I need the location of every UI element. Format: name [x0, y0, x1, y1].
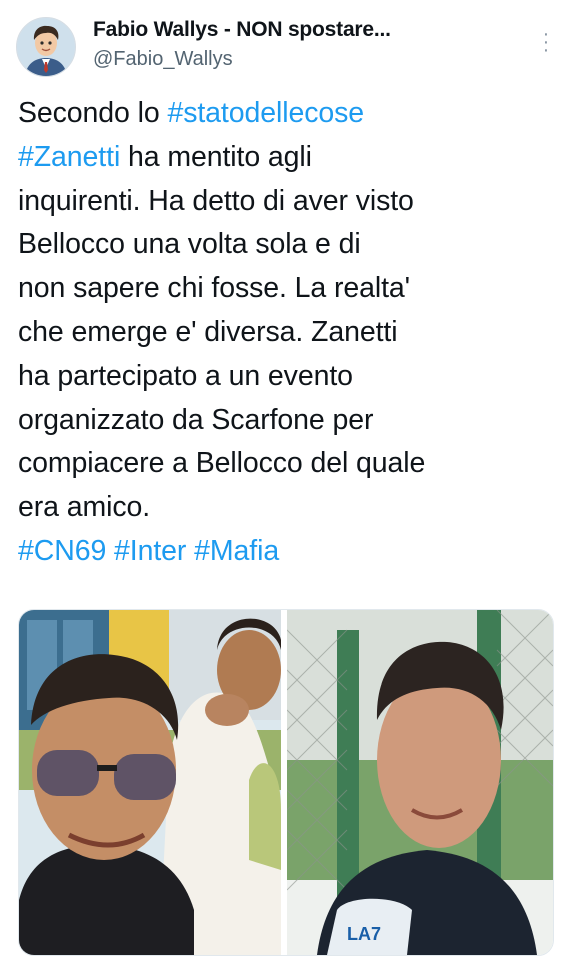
tweet-header: Fabio Wallys - NON spostare... @Fabio_Wa…: [16, 14, 556, 78]
tweet-text-segment: Bellocco una volta sola e di: [18, 228, 361, 261]
tweet-text-segment: Secondo lo: [18, 97, 168, 129]
author-avatar[interactable]: [16, 17, 76, 77]
tweet-text-segment: [186, 535, 194, 567]
tweet-text: Secondo lo #statodellecose #Zanetti ha me…: [18, 92, 550, 574]
hashtag-link[interactable]: #Mafia: [194, 535, 279, 567]
cartoon-avatar-icon: [17, 18, 75, 76]
tweet-text-segment: inquirenti. Ha detto di aver visto: [18, 184, 414, 217]
tweet-text-segment: ha mentito agli: [120, 140, 312, 173]
tweet-text-segment: organizzato da Scarfone per: [18, 403, 374, 436]
hashtag-link[interactable]: #Zanetti: [18, 141, 120, 173]
tweet-text-line: inquirenti. Ha detto di aver visto: [18, 180, 550, 224]
tweet-text-line: #CN69 #Inter #Mafia: [18, 530, 550, 574]
author-display-name[interactable]: Fabio Wallys - NON spostare...: [93, 18, 391, 42]
tweet-text-segment: [106, 535, 114, 567]
tweet-text-segment: non sapere chi fosse. La realta': [18, 272, 410, 305]
tweet-text-line: #Zanetti ha mentito agli: [18, 136, 550, 180]
hashtag-link[interactable]: #statodellecose: [167, 97, 364, 129]
media-photo-right[interactable]: LA7: [287, 610, 553, 955]
tweet-media[interactable]: LA7: [18, 609, 554, 956]
tweet-text-segment: era amico.: [18, 491, 151, 524]
tweet-text-line: ha partecipato a un evento: [18, 355, 550, 399]
tweet-text-segment: compiacere a Bellocco del quale: [18, 447, 426, 480]
tweet-text-line: organizzato da Scarfone per: [18, 399, 550, 443]
hashtag-link[interactable]: #Inter: [114, 535, 186, 567]
mic-logo-text: LA7: [347, 924, 381, 944]
tweet-text-line: era amico.: [18, 486, 550, 530]
tweet-text-line: compiacere a Bellocco del quale: [18, 442, 550, 486]
author-handle[interactable]: @Fabio_Wallys: [93, 48, 391, 71]
tweet-text-line: Bellocco una volta sola e di: [18, 223, 550, 267]
tweet-text-segment: che emerge e' diversa. Zanetti: [18, 315, 398, 348]
tweet-text-line: che emerge e' diversa. Zanetti: [18, 311, 550, 355]
tweet-text-line: Secondo lo #statodellecose: [18, 92, 550, 136]
tweet-text-line: non sapere chi fosse. La realta': [18, 267, 550, 311]
hashtag-link[interactable]: #CN69: [18, 535, 106, 567]
author-names: Fabio Wallys - NON spostare... @Fabio_Wa…: [93, 18, 391, 71]
tweet-text-segment: ha partecipato a un evento: [18, 359, 353, 392]
more-options-icon[interactable]: · · ·: [538, 24, 554, 60]
media-photo-left[interactable]: [19, 610, 281, 955]
